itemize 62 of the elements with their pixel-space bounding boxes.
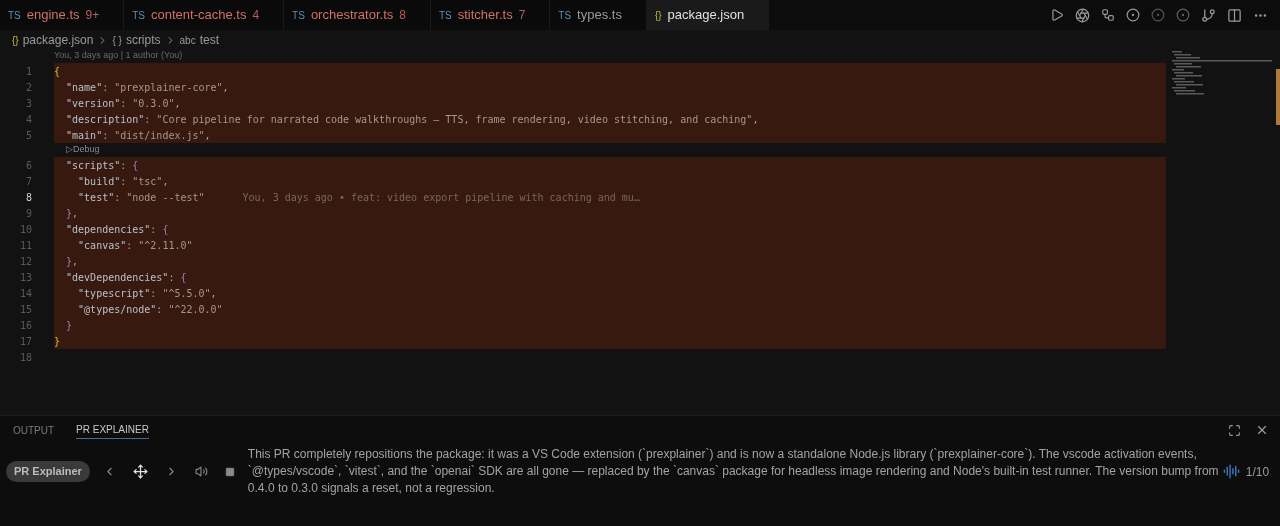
tab-label: stitcher.ts [457,6,513,25]
problem-count: 9+ [85,7,100,24]
breadcrumb-item[interactable]: scripts [125,31,161,49]
line-number: 11 [18,238,33,253]
line-number: 17 [18,334,33,349]
panel-badge: PR Explainer [6,461,90,482]
panel-tab[interactable]: PR EXPLAINER [76,421,149,439]
file-type-icon: TS [8,7,21,23]
line-number: 12 [18,254,33,269]
breadcrumb-item[interactable]: package.json [22,31,94,49]
scrollbar-marker [1276,69,1280,125]
stop-icon[interactable] [224,466,235,477]
tab-label: types.ts [577,6,622,25]
move-cursor-icon[interactable] [132,464,148,479]
breadcrumb-icon: { } [112,32,122,48]
page-counter: 1/10 [1245,463,1270,481]
line-number: 13 [18,270,33,285]
editor-tab[interactable]: {} package.json [646,0,770,30]
debug-code-lens[interactable]: ▷Debug [66,143,100,157]
line-number: 16 [18,318,33,333]
explanation-text: This PR completely repositions the package: it was a VS Code extension (`prexplainer`) and is now a standalone Node.js library (`prexplainer-core`). The vscode activation events, `@types/vscode`, `vitest`, and the `openai` SDK are all gone — replaced by the `canvas` package for headless image rendering and Node's built-in test runner. The version bump from 0.4.0 to 0.3.0 signals a reset, not a regression. [247,446,1220,497]
line-number: 10 [18,222,33,237]
breadcrumb-icon: abc [179,32,196,48]
file-type-icon: TS [558,7,572,23]
file-type-icon: TS [292,7,305,23]
inline-blame: You, 3 days ago • feat: video export pipeline with caching and mu… [242,190,640,205]
tab-label: engine.ts [26,6,80,25]
line-number: 5 [24,128,33,143]
line-number: 3 [24,96,33,111]
file-type-icon: {} [654,7,662,23]
minimap-drawing[interactable] [1170,51,1274,97]
split-editor-icon[interactable] [1227,7,1242,23]
tab-label: orchestrator.ts [310,6,394,25]
branch-icon[interactable] [1201,7,1216,23]
panel-tab[interactable]: OUTPUT [13,421,55,439]
breadcrumb-item[interactable]: test [199,31,219,49]
blame-header[interactable]: You, 3 days ago | 1 author (You) [54,49,183,63]
line-number: 9 [24,206,33,221]
line-number: 8 [24,190,33,205]
tab-label: content-cache.ts [151,6,247,25]
line-number: 1 [24,64,33,79]
line-number: 18 [18,350,33,365]
tab-label: package.json [667,6,745,25]
line-number: 6 [24,158,33,173]
line-number: 4 [24,112,33,127]
line-number: 15 [18,302,33,317]
close-icon[interactable] [1255,423,1269,437]
file-type-icon: TS [132,7,145,23]
nodes-icon[interactable] [1101,8,1115,22]
problem-count: 7 [518,7,526,24]
run-icon[interactable] [1050,8,1064,22]
breadcrumb-icon: {} [12,32,19,48]
line-number: 2 [24,80,33,95]
line-number: 14 [18,286,33,301]
maximize-icon[interactable] [1228,423,1241,437]
file-type-icon: TS [438,7,452,23]
aperture-icon[interactable] [1075,7,1090,23]
problem-count: 4 [252,7,260,24]
speaker-icon[interactable] [194,465,208,478]
line-number: 7 [24,174,33,189]
problem-count: 8 [399,7,406,24]
waveform-icon [1222,463,1240,480]
